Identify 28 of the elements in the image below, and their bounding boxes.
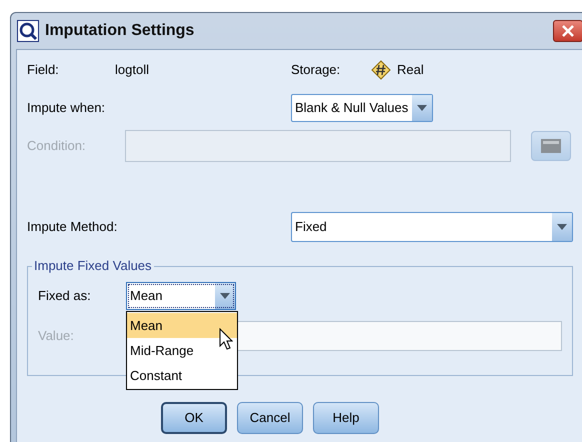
field-value: logtoll bbox=[115, 61, 150, 80]
dropdown-option[interactable]: Constant bbox=[127, 363, 237, 388]
impute-when-label: Impute when: bbox=[27, 99, 106, 118]
group-title: Impute Fixed Values bbox=[32, 258, 154, 274]
storage-value: Real bbox=[397, 61, 424, 80]
storage-label: Storage: bbox=[291, 61, 342, 80]
dialog-button[interactable]: Help bbox=[313, 402, 379, 434]
fixed-as-label: Fixed as: bbox=[38, 287, 92, 306]
condition-field[interactable] bbox=[125, 130, 511, 162]
close-button[interactable] bbox=[553, 20, 582, 42]
mouse-pointer-icon bbox=[219, 328, 233, 350]
window-title: Imputation Settings bbox=[45, 21, 194, 41]
value-label: Value: bbox=[38, 327, 74, 346]
close-icon bbox=[561, 24, 575, 38]
dropdown-option[interactable]: Mean bbox=[127, 313, 237, 338]
magnifier-icon bbox=[17, 20, 39, 42]
hash-diamond-icon bbox=[371, 60, 391, 80]
field-label: Field: bbox=[27, 61, 60, 80]
condition-label: Condition: bbox=[27, 137, 87, 156]
expression-builder-button[interactable] bbox=[531, 131, 571, 161]
dialog-button[interactable]: OK bbox=[161, 402, 227, 434]
impute-method-dropdown[interactable]: Fixed bbox=[291, 212, 573, 242]
calculator-icon bbox=[541, 139, 561, 153]
impute-method-label: Impute Method: bbox=[27, 218, 118, 236]
dialog-button[interactable]: Cancel bbox=[237, 402, 303, 434]
impute-when-dropdown[interactable]: Blank & Null Values bbox=[291, 94, 434, 122]
fixed-as-dropdown[interactable]: Mean bbox=[126, 282, 236, 310]
dropdown-option[interactable]: Mid-Range bbox=[127, 338, 237, 363]
